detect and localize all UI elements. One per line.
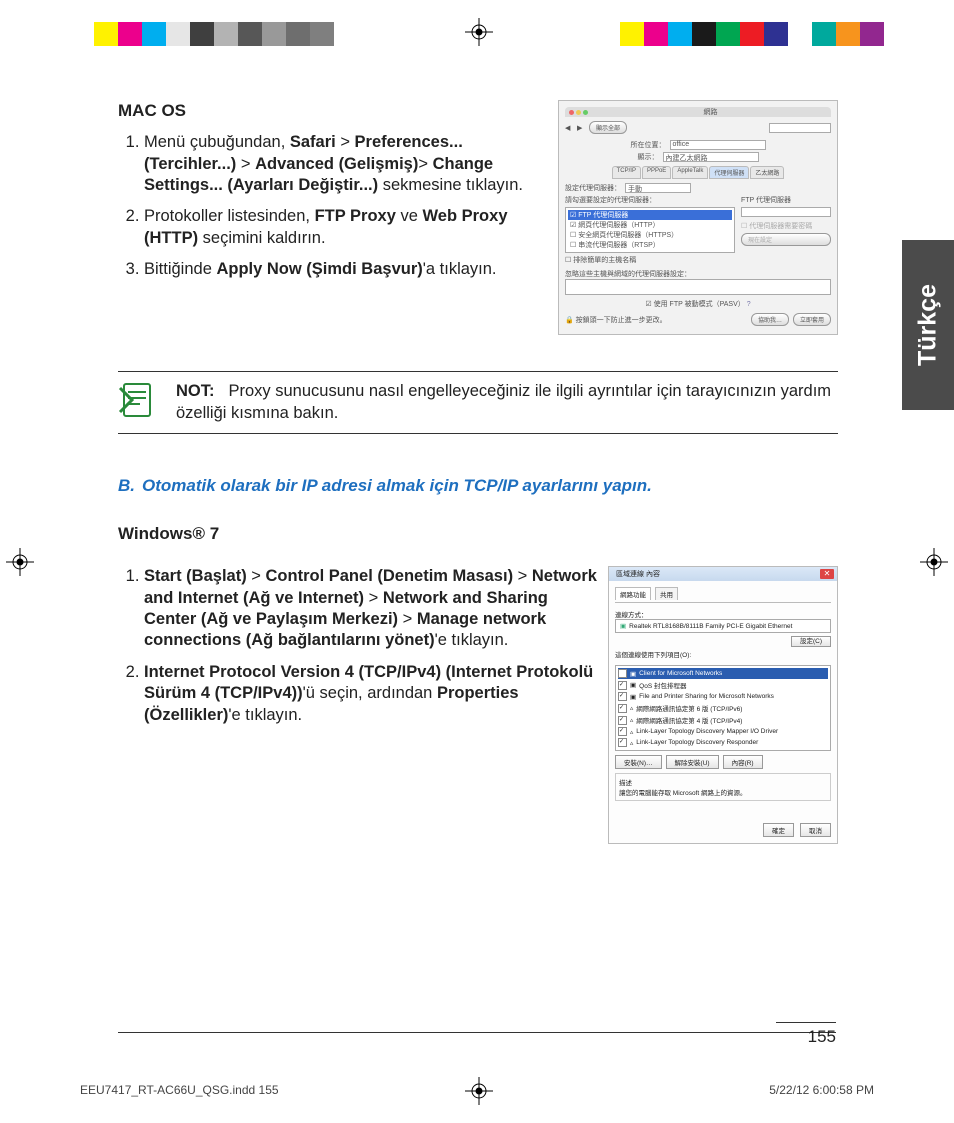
list-item: Internet Protocol Version 4 (TCP/IPv4) (… bbox=[144, 662, 598, 726]
note-icon bbox=[118, 380, 158, 420]
note-label: NOT: bbox=[176, 382, 215, 400]
note-text: Proxy sunucusunu nasıl engelleyeceğiniz … bbox=[176, 382, 831, 422]
win7-properties-screenshot: 區域連線 內容✕ 網路功能共用 連線方式： ▣Realtek RTL8168B/… bbox=[608, 566, 838, 844]
macos-steps: Menü çubuğundan, Safari > Preferences...… bbox=[118, 132, 548, 281]
mac-proxy-screenshot: 網路 ◀▶顯示全部 所在位置：office 顯示：內建乙太網路 TCP/IPPP… bbox=[558, 100, 838, 335]
indd-file: EEU7417_RT-AC66U_QSG.indd 155 bbox=[80, 1083, 279, 1097]
win7-heading: Windows® 7 bbox=[118, 524, 838, 544]
language-tab: Türkçe bbox=[902, 240, 954, 410]
list-item: Menü çubuğundan, Safari > Preferences...… bbox=[144, 132, 548, 196]
macos-heading: MAC OS bbox=[118, 100, 548, 122]
list-item: Start (Başlat) > Control Panel (Denetim … bbox=[144, 566, 598, 652]
win7-steps: Start (Başlat) > Control Panel (Denetim … bbox=[118, 566, 598, 726]
printer-colorbar-left bbox=[70, 22, 334, 46]
section-b-heading: B.Otomatik olarak bir IP adresi almak iç… bbox=[118, 476, 838, 496]
registration-mark-icon bbox=[6, 548, 34, 576]
note-box: NOT:Proxy sunucusunu nasıl engelleyeceği… bbox=[118, 371, 838, 434]
list-item: Protokoller listesinden, FTP Proxy ve We… bbox=[144, 206, 548, 249]
print-timestamp: 5/22/12 6:00:58 PM bbox=[769, 1083, 874, 1097]
registration-mark-icon bbox=[920, 548, 948, 576]
registration-mark-icon bbox=[465, 18, 493, 46]
printer-colorbar-right bbox=[620, 22, 884, 46]
print-metadata: EEU7417_RT-AC66U_QSG.indd 155 5/22/12 6:… bbox=[80, 1083, 874, 1097]
list-item: Bittiğinde Apply Now (Şimdi Başvur)'a tı… bbox=[144, 259, 548, 280]
page-number: 155 bbox=[776, 1022, 836, 1047]
